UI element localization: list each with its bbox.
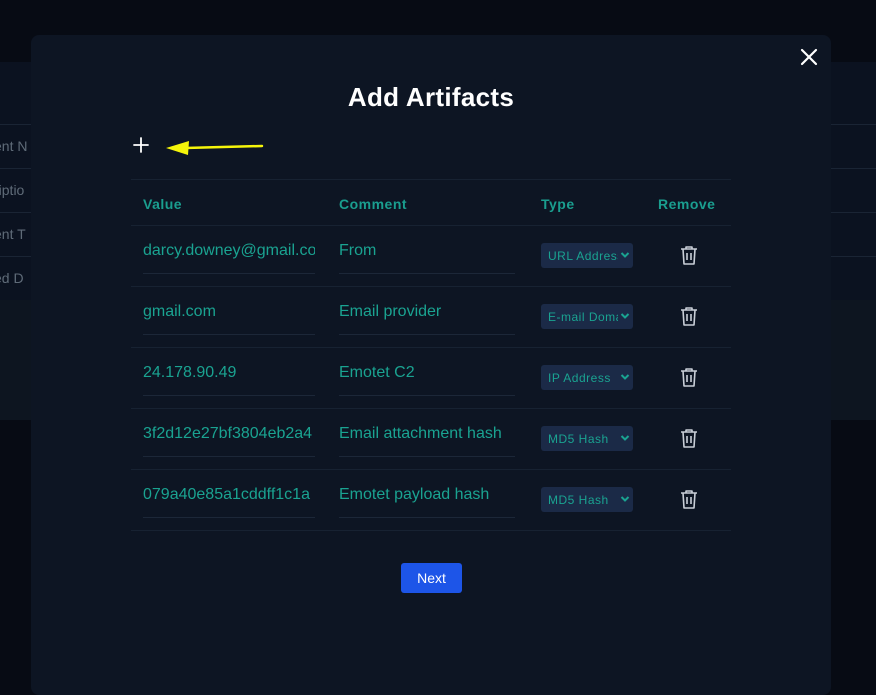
chevron-down-icon — [620, 252, 630, 258]
column-header-comment: Comment — [339, 196, 408, 212]
trash-icon — [681, 307, 697, 326]
modal-title: Add Artifacts — [347, 82, 515, 112]
trash-icon — [681, 490, 697, 509]
comment-input[interactable]: Emotet payload hash — [339, 470, 515, 518]
value-input[interactable]: 24.178.90.49 — [143, 348, 315, 396]
chevron-down-icon — [620, 496, 630, 502]
background-row-label: ed D — [0, 270, 24, 286]
chevron-down-icon — [620, 435, 630, 441]
value-input[interactable]: 3f2d12e27bf3804eb2a4 — [143, 409, 315, 457]
remove-button[interactable] — [680, 306, 698, 326]
chevron-down-icon — [620, 374, 630, 380]
table-row: 24.178.90.49 Emotet C2 IP Address — [131, 348, 731, 409]
type-select-value: E-mail Domain — [548, 310, 618, 324]
column-header-value: Value — [143, 196, 183, 212]
table-row: 3f2d12e27bf3804eb2a4 Email attachment ha… — [131, 409, 731, 470]
remove-button[interactable] — [680, 245, 698, 265]
type-select-value: IP Address — [548, 371, 611, 385]
comment-input[interactable]: Emotet C2 — [339, 348, 515, 396]
trash-icon — [681, 246, 697, 265]
add-artifact-button[interactable] — [132, 136, 150, 154]
background-row-label: ent N — [0, 138, 28, 154]
plus-icon — [133, 137, 149, 153]
type-select[interactable]: E-mail Domain — [541, 304, 633, 329]
chevron-down-icon — [620, 313, 630, 319]
table-row: gmail.com Email provider E-mail Domain — [131, 287, 731, 348]
table-row: 079a40e85a1cddff1c1a Emotet payload hash… — [131, 470, 731, 531]
value-input[interactable]: gmail.com — [143, 287, 315, 335]
trash-icon — [681, 429, 697, 448]
trash-icon — [681, 368, 697, 387]
type-select[interactable]: URL Address — [541, 243, 633, 268]
background-row-label: ent T — [0, 226, 26, 242]
type-select[interactable]: IP Address — [541, 365, 633, 390]
type-select-value: MD5 Hash — [548, 432, 609, 446]
type-select-value: MD5 Hash — [548, 493, 609, 507]
column-header-remove: Remove — [658, 196, 716, 212]
close-button[interactable] — [799, 47, 819, 67]
value-input[interactable]: 079a40e85a1cddff1c1a — [143, 470, 315, 518]
comment-input[interactable]: From — [339, 226, 515, 274]
close-icon — [800, 48, 818, 66]
table-header: Value Comment Type Remove — [131, 179, 731, 226]
background-row-label: riptio — [0, 182, 25, 198]
value-input[interactable]: darcy.downey@gmail.com — [143, 226, 315, 274]
annotation-arrow — [166, 141, 264, 155]
add-artifacts-modal: Add Artifacts Value Comment Type Remove … — [31, 35, 831, 695]
type-select[interactable]: MD5 Hash — [541, 426, 633, 451]
remove-button[interactable] — [680, 489, 698, 509]
type-select[interactable]: MD5 Hash — [541, 487, 633, 512]
remove-button[interactable] — [680, 367, 698, 387]
type-select-value: URL Address — [548, 249, 618, 263]
remove-button[interactable] — [680, 428, 698, 448]
table-row: darcy.downey@gmail.com From URL Address — [131, 226, 731, 287]
column-header-type: Type — [541, 196, 575, 212]
next-button[interactable]: Next — [401, 563, 462, 593]
comment-input[interactable]: Email provider — [339, 287, 515, 335]
artifacts-table: Value Comment Type Remove darcy.downey@g… — [131, 179, 731, 531]
comment-input[interactable]: Email attachment hash — [339, 409, 515, 457]
